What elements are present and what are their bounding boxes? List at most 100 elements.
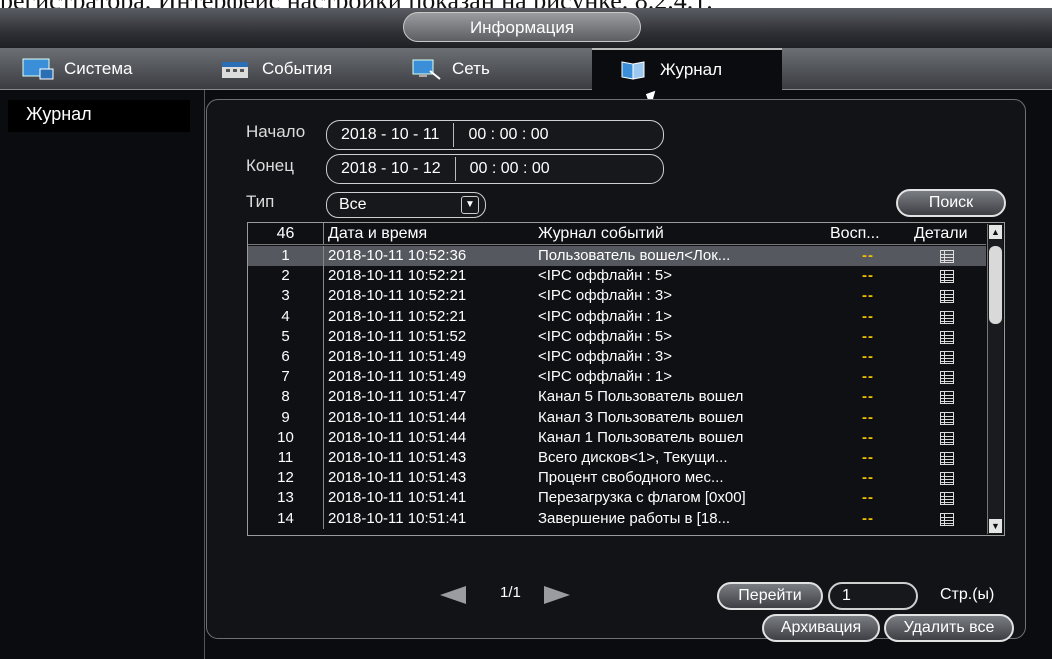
row-number: 3: [248, 286, 324, 307]
details-icon[interactable]: [940, 330, 954, 344]
tab-system[interactable]: Система: [22, 48, 192, 90]
tab-log[interactable]: Журнал: [592, 48, 782, 90]
table-row[interactable]: 4 2018-10-11 10:52:21 <IPC оффлайн : 1> --: [248, 306, 986, 327]
next-page-icon[interactable]: [544, 586, 570, 604]
chevron-down-icon[interactable]: ▼: [461, 196, 479, 214]
table-row[interactable]: 1 2018-10-11 10:52:36 Пользователь вошел<Л…: [248, 246, 986, 267]
log-table: 46 Дата и время Журнал событий Восп... Д…: [247, 222, 1005, 536]
table-row[interactable]: 14 2018-10-11 10:51:41 Завершение работы в…: [248, 508, 986, 529]
row-number: 11: [248, 448, 324, 469]
row-number: 12: [248, 468, 324, 489]
search-button[interactable]: Поиск: [896, 189, 1006, 217]
row-datetime: 2018-10-11 10:51:41: [328, 509, 467, 527]
table-row[interactable]: 8 2018-10-11 10:51:47 Канал 5 Пользователь…: [248, 387, 986, 408]
end-date[interactable]: 2018 - 10 - 12: [327, 160, 455, 178]
table-row[interactable]: 10 2018-10-11 10:51:44 Канал 1 Пользовател…: [248, 427, 986, 448]
table-row[interactable]: 12 2018-10-11 10:51:43 Процент свободного …: [248, 468, 986, 489]
tab-network-label: Сеть: [452, 59, 490, 78]
page-indicator: 1/1: [500, 584, 521, 601]
row-datetime: 2018-10-11 10:51:43: [328, 469, 467, 487]
table-row[interactable]: 2 2018-10-11 10:52:21 <IPC оффлайн : 5> --: [248, 266, 986, 287]
header-playback[interactable]: Восп...: [830, 223, 906, 244]
details-icon[interactable]: [940, 250, 954, 263]
details-icon[interactable]: [940, 290, 954, 304]
details-icon[interactable]: [940, 270, 954, 284]
table-row[interactable]: 6 2018-10-11 10:51:49 <IPC оффлайн : 3> --: [248, 347, 986, 368]
row-details: [908, 468, 986, 488]
page-input-value: 1: [842, 587, 851, 604]
start-date[interactable]: 2018 - 10 - 11: [327, 126, 453, 144]
row-number: 8: [248, 387, 324, 408]
row-datetime: 2018-10-11 10:51:41: [328, 489, 467, 507]
sidebar-item-log[interactable]: Журнал: [8, 100, 190, 132]
start-time[interactable]: 00 : 00 : 00: [454, 126, 562, 144]
table-header: 46 Дата и время Журнал событий Восп... Д…: [248, 223, 986, 245]
details-icon[interactable]: [940, 452, 954, 465]
row-playback: --: [862, 348, 874, 365]
row-datetime: 2018-10-11 10:52:36: [328, 247, 467, 264]
details-icon[interactable]: [940, 492, 954, 506]
row-playback: --: [862, 327, 874, 345]
details-icon[interactable]: [940, 512, 954, 526]
row-event: Завершение работы в [18...: [538, 509, 731, 527]
details-icon[interactable]: [940, 391, 954, 405]
header-details[interactable]: Детали: [908, 223, 986, 244]
end-label: Конец: [246, 156, 294, 175]
details-icon[interactable]: [940, 431, 954, 445]
table-row[interactable]: 9 2018-10-11 10:51:44 Канал 3 Пользователь…: [248, 407, 986, 428]
row-datetime: 2018-10-11 10:51:52: [328, 327, 467, 345]
tab-events-label: События: [262, 59, 333, 78]
table-row[interactable]: 13 2018-10-11 10:51:41 Перезагрузка с флаг…: [248, 488, 986, 509]
type-select[interactable]: Все ▼: [326, 192, 486, 218]
tab-network[interactable]: Сеть: [410, 48, 580, 90]
row-playback: --: [862, 449, 874, 466]
end-datetime-field[interactable]: 2018 - 10 - 12 00 : 00 : 00: [326, 154, 664, 184]
row-playback: --: [862, 408, 874, 426]
row-details: [908, 327, 986, 347]
row-event: Процент свободного мес...: [538, 469, 724, 487]
details-icon[interactable]: [940, 351, 954, 364]
row-event: Перезагрузка с флагом [0x00]: [538, 489, 746, 507]
delete-all-button[interactable]: Удалить все: [884, 614, 1014, 642]
table-row[interactable]: 5 2018-10-11 10:51:52 <IPC оффлайн : 5> --: [248, 326, 986, 347]
details-icon[interactable]: [940, 371, 954, 385]
tab-events[interactable]: События: [220, 48, 390, 90]
details-icon[interactable]: [940, 310, 954, 324]
row-details: [908, 367, 986, 387]
row-playback: --: [862, 428, 874, 446]
details-icon[interactable]: [940, 411, 954, 425]
start-datetime-field[interactable]: 2018 - 10 - 11 00 : 00 : 00: [326, 120, 664, 150]
prev-page-icon[interactable]: [440, 586, 466, 604]
row-playback: --: [862, 489, 874, 507]
header-datetime[interactable]: Дата и время: [326, 223, 536, 244]
row-details: [908, 246, 986, 266]
book-icon: [618, 58, 650, 82]
table-row[interactable]: 11 2018-10-11 10:51:43 Всего дисков<1>, Те…: [248, 448, 986, 469]
row-details: [908, 448, 986, 468]
table-scrollbar[interactable]: ▲ ▼: [987, 224, 1003, 534]
row-number: 6: [248, 347, 324, 368]
tab-bar: Система События Сеть Журнал: [0, 48, 1052, 90]
row-datetime: 2018-10-11 10:51:44: [328, 428, 467, 446]
end-time[interactable]: 00 : 00 : 00: [456, 160, 564, 178]
row-playback: --: [862, 509, 874, 527]
row-details: [908, 307, 986, 327]
row-details: [908, 286, 986, 306]
details-icon[interactable]: [940, 472, 954, 486]
table-row[interactable]: 3 2018-10-11 10:52:21 <IPC оффлайн : 3> --: [248, 286, 986, 307]
monitor-icon: [22, 57, 54, 81]
page-input[interactable]: 1: [828, 582, 918, 610]
row-datetime: 2018-10-11 10:51:49: [328, 368, 467, 386]
row-details: [908, 387, 986, 407]
row-details: [908, 428, 986, 448]
scroll-up-icon[interactable]: ▲: [989, 225, 1002, 239]
row-datetime: 2018-10-11 10:52:21: [328, 267, 467, 285]
backup-button[interactable]: Архивация: [762, 614, 880, 642]
row-datetime: 2018-10-11 10:51:44: [328, 408, 467, 426]
goto-button[interactable]: Перейти: [717, 582, 823, 610]
table-row[interactable]: 7 2018-10-11 10:51:49 <IPC оффлайн : 1> --: [248, 367, 986, 388]
scroll-down-icon[interactable]: ▼: [989, 519, 1002, 533]
row-details: [908, 488, 986, 508]
header-event[interactable]: Журнал событий: [538, 223, 828, 244]
scroll-thumb[interactable]: [989, 246, 1002, 324]
